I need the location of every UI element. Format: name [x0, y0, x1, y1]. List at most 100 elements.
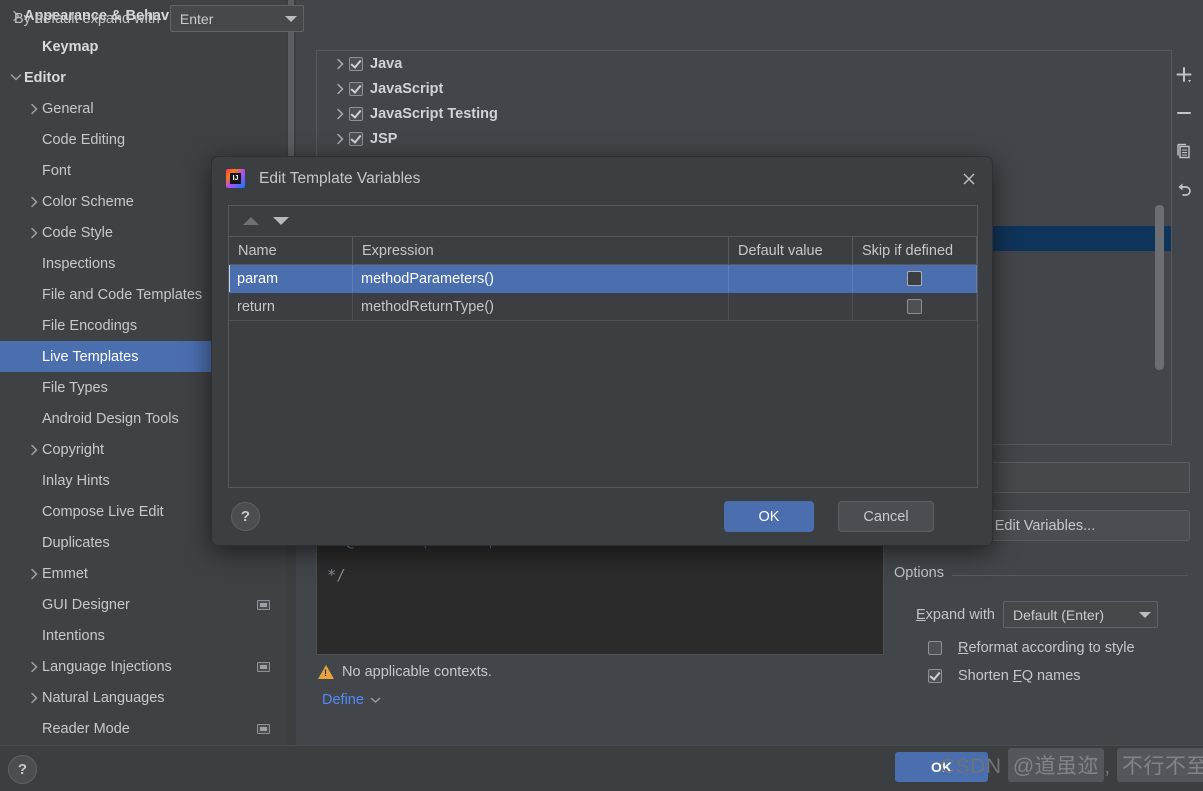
chevron-right-icon[interactable] — [26, 196, 42, 208]
reformat-checkbox-row[interactable]: Reformat according to style — [928, 640, 1135, 656]
sidebar-item-label: Compose Live Edit — [42, 503, 164, 520]
edit-template-variables-dialog: IJ Edit Template Variables Name Expressi… — [211, 156, 993, 546]
help-button[interactable]: ? — [8, 755, 37, 784]
chevron-right-icon[interactable] — [331, 133, 349, 145]
column-header-default-value[interactable]: Default value — [729, 237, 853, 264]
watermark-separator: , — [1104, 755, 1111, 778]
table-row[interactable]: param methodParameters() — [229, 265, 977, 293]
move-down-arrow-icon[interactable] — [273, 217, 289, 225]
template-group-row[interactable]: JavaScript — [317, 76, 1171, 101]
skip-if-defined-checkbox[interactable] — [907, 299, 922, 314]
cell-expression[interactable]: methodReturnType() — [353, 293, 729, 321]
chevron-right-icon[interactable] — [331, 83, 349, 95]
cell-name[interactable]: return — [229, 293, 353, 321]
sidebar-item-code-editing[interactable]: Code Editing — [0, 124, 286, 155]
chevron-right-icon[interactable] — [26, 227, 42, 239]
skip-if-defined-checkbox[interactable] — [907, 271, 922, 286]
sidebar-item-intentions[interactable]: Intentions — [0, 620, 286, 651]
template-group-checkbox[interactable] — [349, 131, 363, 146]
reformat-checkbox[interactable] — [928, 641, 942, 655]
dialog-titlebar[interactable]: IJ Edit Template Variables — [212, 157, 992, 200]
options-expand-row: Expand with Default (Enter) — [916, 601, 1158, 628]
chevron-down-icon[interactable] — [279, 15, 303, 22]
define-link[interactable]: Define — [322, 692, 381, 708]
sidebar-item-label: File Types — [42, 379, 108, 396]
chevron-right-icon[interactable] — [26, 103, 42, 115]
cell-expression[interactable]: methodParameters() — [353, 265, 729, 293]
templates-toolbar[interactable] — [1167, 52, 1201, 202]
sidebar-item-language-injections[interactable]: Language Injections — [0, 651, 286, 682]
table-row[interactable]: return methodReturnType() — [229, 293, 977, 321]
sidebar-item-natural-languages[interactable]: Natural Languages — [0, 682, 286, 713]
cell-skip-if-defined[interactable] — [853, 293, 977, 321]
close-icon[interactable] — [958, 168, 980, 190]
cell-default-value[interactable] — [729, 265, 853, 293]
move-up-arrow-icon[interactable] — [243, 217, 259, 225]
template-group-checkbox[interactable] — [349, 106, 363, 121]
sidebar-item-label: Duplicates — [42, 534, 110, 551]
default-expand-row: By default expand with Enter — [14, 5, 304, 32]
sidebar-item-label: Keymap — [42, 38, 99, 55]
sidebar-item-keymap[interactable]: Keymap — [0, 31, 286, 62]
sidebar-item-label: Reader Mode — [42, 720, 130, 737]
settings-window: Appearance & Behavior Keymap Editor General… — [0, 0, 1203, 791]
column-header-name[interactable]: Name — [229, 237, 353, 264]
template-group-checkbox[interactable] — [349, 81, 363, 96]
template-group-label: JavaScript — [370, 80, 444, 97]
chevron-right-icon[interactable] — [26, 661, 42, 673]
non-project-setting-icon — [257, 723, 270, 734]
cell-default-value[interactable] — [729, 293, 853, 321]
sidebar-item-label: File and Code Templates — [42, 286, 203, 303]
define-link-label: Define — [322, 692, 364, 708]
default-expand-combo[interactable]: Enter — [169, 5, 304, 32]
watermark-text: 不行不至 — [1116, 748, 1203, 782]
dialog-help-button[interactable]: ? — [231, 502, 260, 531]
chevron-right-icon[interactable] — [26, 444, 42, 456]
column-header-skip-if-defined[interactable]: Skip if defined — [853, 237, 977, 264]
sidebar-item-general[interactable]: General — [0, 93, 286, 124]
sidebar-item-label: Inspections — [42, 255, 116, 272]
default-expand-value: Enter — [179, 10, 214, 27]
dialog-cancel-button[interactable]: Cancel — [838, 501, 934, 532]
revert-button[interactable] — [1170, 176, 1198, 202]
default-expand-label: By default expand with — [14, 10, 160, 27]
shorten-fq-checkbox[interactable] — [928, 669, 942, 683]
chevron-down-icon[interactable] — [370, 692, 381, 708]
template-group-row[interactable]: JSP — [317, 126, 1171, 151]
template-group-row[interactable]: JavaScript Testing — [317, 101, 1171, 126]
add-button[interactable] — [1170, 62, 1198, 88]
non-project-setting-icon — [257, 599, 270, 610]
dialog-footer: ? OK Cancel — [212, 487, 992, 545]
variables-table-body[interactable]: param methodParameters() return methodRe… — [229, 265, 977, 321]
remove-button[interactable] — [1170, 100, 1198, 126]
sidebar-item-gui-designer[interactable]: GUI Designer — [0, 589, 286, 620]
sidebar-item-label: Color Scheme — [42, 193, 134, 210]
cell-skip-if-defined[interactable] — [853, 265, 977, 293]
duplicate-button[interactable] — [1170, 138, 1198, 164]
sidebar-item-emmet[interactable]: Emmet — [0, 558, 286, 589]
cell-name[interactable]: param — [229, 265, 353, 293]
chevron-right-icon[interactable] — [331, 58, 349, 70]
sidebar-item-reader-mode[interactable]: Reader Mode — [0, 713, 286, 744]
template-group-label: JSP — [370, 130, 398, 147]
shorten-fq-checkbox-row[interactable]: Shorten FQ names — [928, 668, 1081, 684]
options-expand-combo[interactable]: Default (Enter) — [1003, 601, 1158, 628]
sidebar-item-label: Code Style — [42, 224, 113, 241]
variables-sort-toolbar[interactable] — [229, 206, 977, 237]
context-warning-label: No applicable contexts. — [342, 664, 492, 680]
template-group-checkbox[interactable] — [349, 56, 363, 71]
sidebar-item-label: Intentions — [42, 627, 105, 644]
templates-tree-scrollbar[interactable] — [1155, 205, 1164, 370]
chevron-down-icon[interactable] — [8, 73, 24, 82]
column-header-expression[interactable]: Expression — [353, 237, 729, 264]
variables-table[interactable]: Name Expression Default value Skip if de… — [228, 205, 978, 488]
chevron-down-icon[interactable] — [1133, 611, 1157, 618]
chevron-right-icon[interactable] — [26, 692, 42, 704]
template-group-row[interactable]: Java — [317, 51, 1171, 76]
dialog-ok-button[interactable]: OK — [724, 501, 814, 532]
sidebar-item-editor[interactable]: Editor — [0, 62, 286, 93]
template-group-label: JavaScript Testing — [370, 105, 498, 122]
chevron-right-icon[interactable] — [331, 108, 349, 120]
chevron-right-icon[interactable] — [26, 568, 42, 580]
sidebar-item-label: Copyright — [42, 441, 105, 458]
